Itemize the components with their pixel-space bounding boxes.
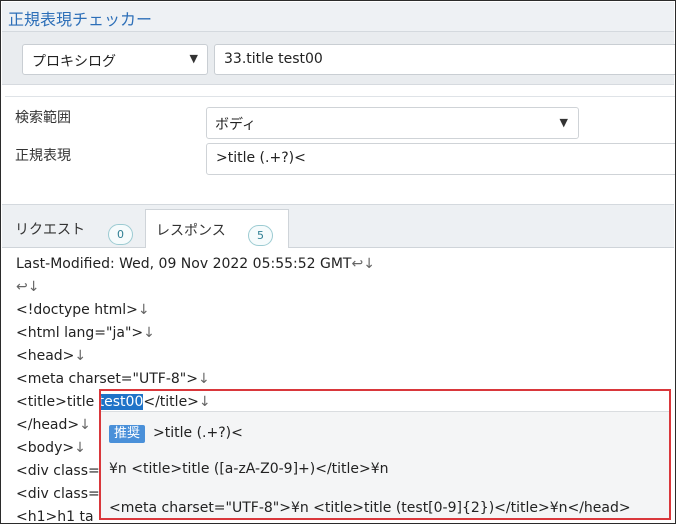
source-select[interactable]: プロキシログ ▼: [22, 44, 208, 75]
regex-checker-window: 正規表現チェッカー プロキシログ ▼ 33.title test00 検索範囲 …: [0, 0, 676, 524]
target-field-value: 33.title test00: [224, 51, 323, 67]
regex-input-value: >title (.+?)<: [216, 150, 306, 166]
response-line: ↩↓: [16, 279, 40, 295]
toolbar: プロキシログ ▼ 33.title test00: [2, 32, 675, 85]
response-line: <h1>h1 ta: [16, 509, 94, 522]
response-line: <!doctype html>↓: [16, 302, 150, 318]
response-line: <div class=: [16, 486, 100, 502]
response-line: <div class=: [16, 463, 100, 479]
app-title: 正規表現チェッカー: [8, 10, 153, 29]
scope-select-value: ボディ: [215, 117, 257, 133]
source-select-value: プロキシログ: [32, 54, 116, 70]
tab-response-label: レスポンス: [156, 223, 226, 239]
tab-response[interactable]: レスポンス 5: [145, 209, 289, 249]
response-line: </head>↓: [16, 417, 91, 433]
request-count-badge: 0: [108, 224, 133, 245]
response-line: <head>↓: [16, 348, 87, 364]
chevron-down-icon: ▼: [559, 116, 568, 129]
response-line: <body>↓: [16, 440, 86, 456]
search-form: 検索範囲 ボディ ▼ 正規表現 >title (.+?)<: [5, 96, 675, 204]
tab-request-label: リクエスト: [15, 222, 85, 238]
scope-label: 検索範囲: [15, 110, 71, 126]
regex-input[interactable]: >title (.+?)<: [206, 143, 675, 175]
response-line: <meta charset="UTF-8">↓: [16, 371, 210, 387]
tab-strip: リクエスト 0 レスポンス 5: [2, 204, 674, 249]
regex-label: 正規表現: [15, 148, 71, 164]
scope-select[interactable]: ボディ ▼: [206, 107, 579, 139]
title-bar: 正規表現チェッカー: [2, 2, 674, 32]
suggestion-highlight-border: [99, 389, 671, 520]
response-line: <html lang="ja">↓: [16, 325, 155, 341]
chevron-down-icon: ▼: [189, 52, 198, 65]
response-count-badge: 5: [248, 225, 273, 246]
tab-request[interactable]: リクエスト 0: [5, 209, 145, 249]
response-line: Last-Modified: Wed, 09 Nov 2022 05:55:52…: [16, 256, 375, 272]
target-field[interactable]: 33.title test00: [214, 44, 675, 75]
